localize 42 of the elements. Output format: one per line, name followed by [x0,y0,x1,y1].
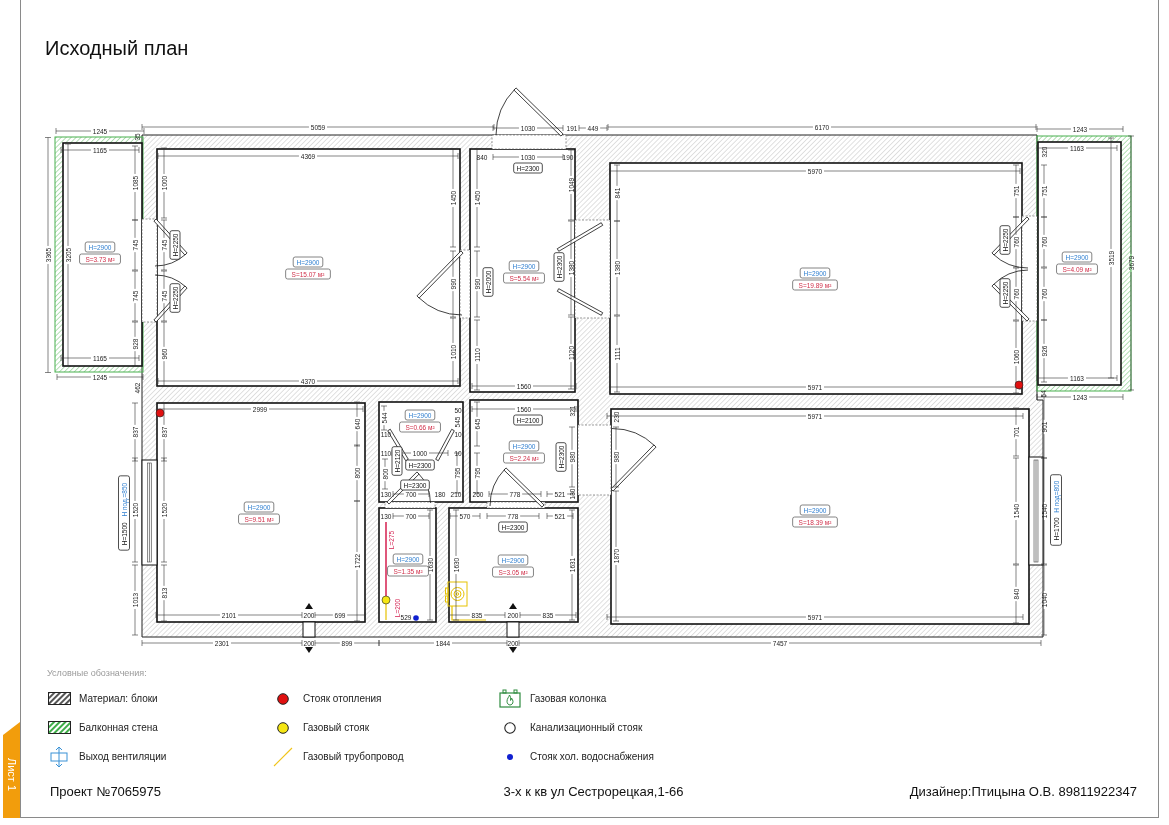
label-frame [1050,474,1062,546]
triangle-icon [509,647,517,653]
address-text: 3-х к кв ул Сестрорецкая,1-66 [503,783,684,799]
door-drawing [416,249,471,319]
legend-label: Стояк отопления [303,693,382,704]
legend-label: Материал: блоки [79,693,158,704]
legend-label: Стояк хол. водоснабжения [530,751,654,762]
legend-label: Газовый трубопровод [303,751,404,762]
legend-label: Выход вентиляции [79,751,167,762]
dimension-line [488,490,542,498]
triangle-icon [305,647,313,653]
dimension-line [568,426,576,488]
dimension-line [453,452,461,494]
pipe-line [385,603,387,621]
dimension-line [473,452,481,494]
designer-text: Дизайнер:Птицына О.В. 89811922347 [909,783,1137,799]
sheet-tab[interactable]: Лист 1 [3,722,20,818]
legend-label: Канализационный стояк [530,722,643,733]
project-number: Проект №7065975 [50,783,161,799]
vent-opening [302,621,316,638]
ring-icon [504,721,516,734]
vent-opening [506,621,520,638]
dimension-line [492,153,564,161]
diagonal-line-icon [273,746,293,767]
flame-box-icon [499,689,521,708]
dimension-line [486,512,540,520]
triangle-icon [509,603,517,609]
boiler-drawing [445,581,468,607]
triangle-icon [305,603,313,609]
dimension-line [381,458,389,490]
legend-label: Газовый стояк [303,722,370,733]
dimension-line [392,490,430,498]
double-arrow-icon [50,745,68,768]
door-drawing [486,467,546,509]
dimension-line [612,426,620,488]
pipe-line [451,605,487,621]
page-title: Исходный план [45,36,189,60]
dimension-line [546,490,574,498]
legend-label: Газовая колонка [530,693,607,704]
legend-label: Балконная стена [79,722,158,733]
legend-title: Условные обозначения: [47,668,147,678]
dimension-line [380,405,388,431]
